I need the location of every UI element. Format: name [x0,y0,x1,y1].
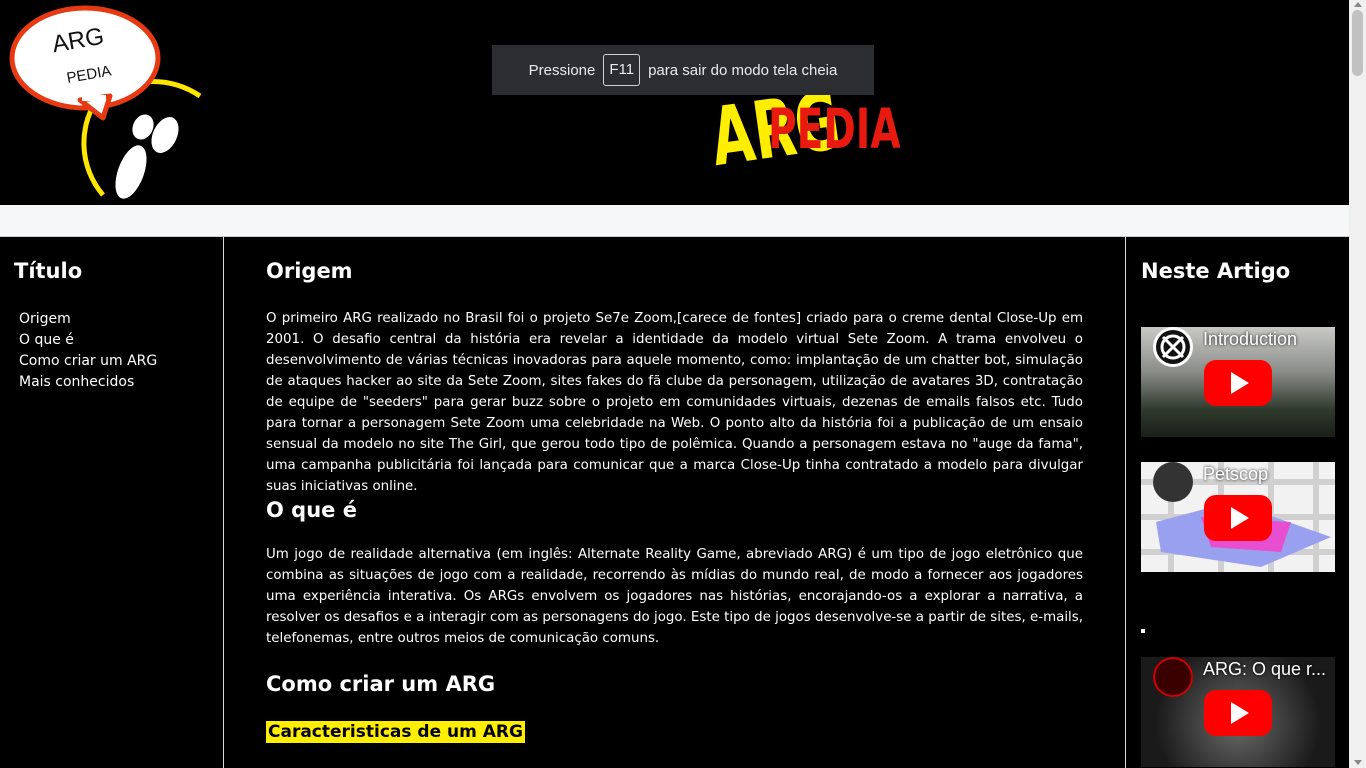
right-sidebar: Neste Artigo Introduction Petscop ARG: O… [1126,237,1349,768]
article-main: Origem O primeiro ARG realizado no Brasi… [224,237,1126,768]
video-title: Petscop [1203,464,1269,484]
table-of-contents: Origem O que é Como criar um ARG Mais co… [19,309,157,393]
dark-avatar-icon [1153,462,1193,502]
right-sidebar-title: Neste Artigo [1141,259,1291,283]
sidebar-title: Título [14,259,83,283]
toc-item-mais-conhecidos[interactable]: Mais conhecidos [19,372,157,393]
toc-item-como-criar[interactable]: Como criar um ARG [19,351,157,372]
toc-item-origem[interactable]: Origem [19,309,157,330]
youtube-play-button[interactable] [1204,360,1272,406]
section-heading-origem: Origem [266,259,353,283]
video-title: Introduction [1203,329,1298,349]
video-embed-petscop[interactable]: Petscop [1141,462,1335,572]
youtube-play-button[interactable] [1204,690,1272,736]
bullet-marker [1141,629,1145,633]
video-embed-introduction[interactable]: Introduction [1141,327,1335,437]
red-logo-icon [1153,657,1193,697]
section-text-o-que-e: Um jogo de realidade alternativa (em ing… [266,547,1083,646]
video-title: ARG: O que r... [1203,659,1327,679]
section-heading-como-criar: Como criar um ARG [266,672,496,696]
section-text-origem: O primeiro ARG realizado no Brasil foi o… [266,311,1083,494]
toc-item-o-que-e[interactable]: O que é [19,330,157,351]
section-heading-o-que-e: O que é [266,498,357,522]
highlighted-subheading: Caracteristicas de um ARG [266,721,525,743]
f11-key-badge: F11 [603,54,641,86]
crossed-circle-icon [1153,327,1193,367]
scrollbar-thumb[interactable] [1352,10,1363,76]
center-logo-pedia: PEDIA [768,98,900,161]
site-header: ARG PEDIA ARG PEDIA Pressione F11 para s… [0,0,1349,205]
scroll-up-arrow-icon[interactable] [1354,2,1362,7]
page-scrollbar[interactable] [1349,0,1366,768]
fs-notice-after: para sair do modo tela cheia [648,61,838,79]
scroll-down-arrow-icon[interactable] [1354,760,1362,765]
argpedia-speech-bubble-logo[interactable]: ARG PEDIA [0,0,205,205]
left-sidebar: Título Origem O que é Como criar um ARG … [0,237,224,768]
fullscreen-exit-notice: Pressione F11 para sair do modo tela che… [492,45,874,95]
youtube-play-button[interactable] [1204,495,1272,541]
navigation-bar [0,205,1349,237]
fs-notice-before: Pressione [528,61,596,79]
video-embed-arg-o-que-e[interactable]: ARG: O que r... [1141,657,1335,767]
